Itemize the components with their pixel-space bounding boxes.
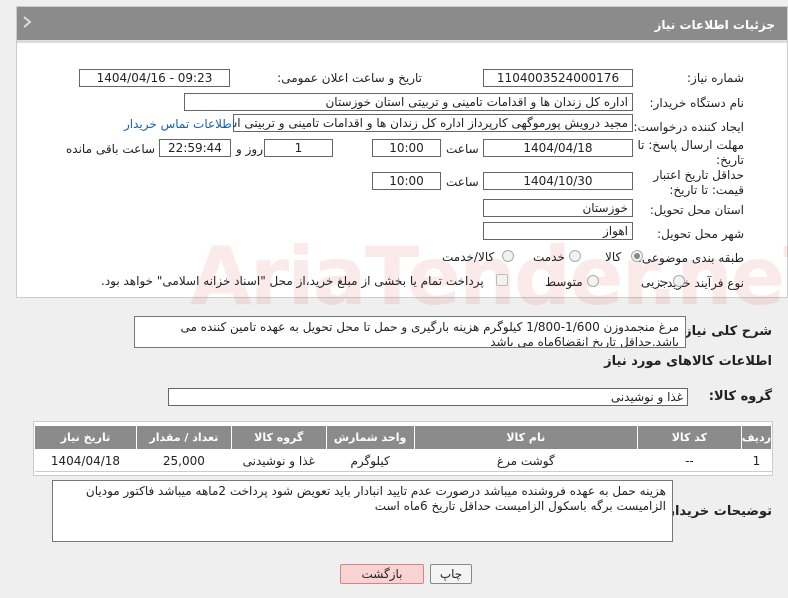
- announce-datetime-field: 1404/04/16 - 09:23: [79, 69, 230, 87]
- city-field: اهواز: [483, 222, 633, 240]
- province-label: استان محل تحویل:: [649, 203, 744, 217]
- goods-table: ردیف کد کالا نام کالا واحد شمارش گروه کا…: [33, 421, 773, 476]
- cell-group: غذا و نوشیدنی: [231, 449, 327, 472]
- remaining-label: ساعت باقی مانده: [66, 142, 156, 156]
- print-button[interactable]: چاپ: [430, 564, 472, 584]
- description-textarea[interactable]: مرغ منجمدوزن 1/600-1/800 کیلوگرم هزینه ب…: [134, 316, 686, 348]
- col-name: نام کالا: [413, 425, 639, 450]
- announce-label: تاریخ و ساعت اعلان عمومی:: [277, 71, 422, 85]
- radio-goods-service[interactable]: [502, 250, 514, 262]
- cell-unit: کیلوگرم: [326, 449, 415, 472]
- remaining-time-field: 22:59:44: [159, 139, 231, 157]
- radio-goods[interactable]: [631, 250, 643, 262]
- cell-quantity: 25,000: [136, 449, 232, 472]
- cell-code: --: [637, 449, 742, 472]
- table-row: 1 -- گوشت مرغ کیلوگرم غذا و نوشیدنی 25,0…: [34, 449, 772, 472]
- radio-partial-label: جزیی: [641, 275, 669, 289]
- radio-medium[interactable]: [587, 275, 599, 287]
- col-need-date: تاریخ نیاز: [34, 425, 137, 450]
- creator-label: ایجاد کننده درخواست:: [633, 120, 744, 134]
- category-label: طبقه بندی موضوعی:: [637, 251, 744, 265]
- cell-row: 1: [741, 449, 772, 472]
- days-label: روز و: [236, 142, 263, 156]
- radio-partial[interactable]: [673, 275, 685, 287]
- deadline-label: مهلت ارسال پاسخ: تا تاریخ:: [637, 138, 744, 167]
- deadline-time-field: 10:00: [372, 139, 441, 157]
- validity-time-field: 10:00: [372, 172, 441, 190]
- deadline-date-field: 1404/04/18: [483, 139, 633, 157]
- col-group: گروه کالا: [230, 425, 327, 450]
- days-field: 1: [264, 139, 333, 157]
- creator-field: مجید درویش پورموگهی کارپرداز اداره کل زن…: [233, 114, 633, 132]
- goods-group-label: گروه کالا:: [708, 389, 772, 404]
- radio-service-label: خدمت: [533, 250, 565, 264]
- buyer-notes-label: توضیحات خریدار:: [662, 504, 772, 519]
- treasury-payment-checkbox[interactable]: [496, 274, 508, 286]
- col-unit: واحد شمارش: [325, 425, 415, 450]
- radio-medium-label: متوسط: [545, 275, 583, 289]
- cell-name: گوشت مرغ: [414, 449, 638, 472]
- process-label: نوع فرآیند خرید :: [659, 276, 744, 290]
- cell-need-date: 1404/04/18: [34, 449, 137, 472]
- col-code: کد کالا: [637, 425, 742, 450]
- buyer-label: نام دستگاه خریدار:: [649, 96, 745, 110]
- radio-goods-label: کالا: [605, 250, 622, 264]
- deadline-time-label: ساعت: [446, 142, 479, 156]
- buyer-notes-textarea[interactable]: هزینه حمل به عهده فروشنده میباشد درصورت …: [52, 480, 673, 542]
- need-number-field: 1104003524000176: [483, 69, 633, 87]
- validity-label: حداقل تاریخ اعتبار قیمت: تا تاریخ:: [653, 168, 744, 197]
- description-label: شرح کلی نیاز:: [678, 324, 772, 339]
- radio-goods-service-label: کالا/خدمت: [442, 250, 495, 264]
- buyer-field: اداره کل زندان ها و اقدامات تامینی و ترب…: [184, 93, 633, 111]
- panel-title: جزئیات اطلاعات نیاز: [17, 7, 787, 43]
- need-number-label: شماره نیاز:: [687, 71, 744, 85]
- col-quantity: تعداد / مقدار: [135, 425, 232, 450]
- collapse-chevron-icon[interactable]: [21, 11, 35, 33]
- province-field: خوزستان: [483, 199, 633, 217]
- goods-section-title: اطلاعات کالاهای مورد نیاز: [604, 354, 772, 369]
- col-row: ردیف: [740, 425, 773, 450]
- validity-date-field: 1404/10/30: [483, 172, 633, 190]
- table-header-row: ردیف کد کالا نام کالا واحد شمارش گروه کا…: [34, 425, 773, 450]
- goods-group-field: غذا و نوشیدنی: [168, 388, 688, 406]
- back-button[interactable]: بازگشت: [340, 564, 424, 584]
- radio-service[interactable]: [569, 250, 581, 262]
- city-label: شهر محل تحویل:: [657, 227, 744, 241]
- buyer-contact-link[interactable]: اطلاعات تماس خریدار: [124, 117, 235, 131]
- treasury-payment-note: پرداخت تمام یا بخشی از مبلغ خرید،از محل …: [101, 274, 484, 288]
- validity-time-label: ساعت: [446, 175, 479, 189]
